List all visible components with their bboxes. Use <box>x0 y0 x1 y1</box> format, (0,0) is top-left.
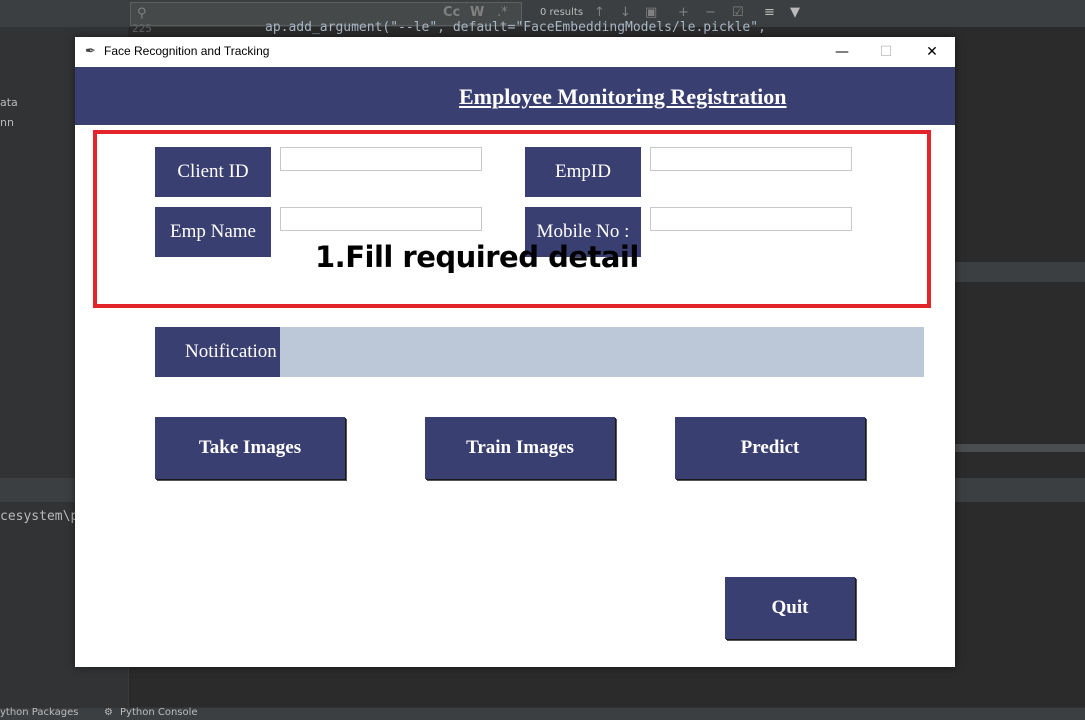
remove-occurrence-icon[interactable]: − <box>705 5 716 20</box>
python-console-icon: ⚙ <box>104 707 113 718</box>
filter-list-icon[interactable]: ≡ <box>764 5 775 20</box>
header-banner: Employee Monitoring Registration <box>75 67 955 125</box>
page-title: Employee Monitoring Registration <box>459 84 787 109</box>
console-path: cesystem\p <box>0 509 79 524</box>
funnel-icon[interactable]: ▼ <box>790 5 800 20</box>
arrow-down-icon[interactable]: ↓ <box>620 5 631 20</box>
match-case-toggle[interactable]: Cc <box>443 5 460 20</box>
whole-words-toggle[interactable]: W <box>470 5 484 20</box>
ide-console-header <box>0 478 75 502</box>
annotation-text: 1.Fill required detail <box>315 240 639 274</box>
close-button[interactable]: ✕ <box>917 41 947 63</box>
maximize-button[interactable]: ☐ <box>871 41 901 63</box>
tab-python-console[interactable]: Python Console <box>120 707 198 718</box>
quit-button[interactable]: Quit <box>725 577 855 639</box>
regex-toggle[interactable]: .* <box>497 5 508 20</box>
train-images-button[interactable]: Train Images <box>425 417 615 479</box>
take-images-button[interactable]: Take Images <box>155 417 345 479</box>
window-title: Face Recognition and Tracking <box>104 44 270 58</box>
highlight-frame <box>93 130 931 308</box>
project-tree-item[interactable]: ata <box>0 96 18 109</box>
code-line: ap.add_argument("--le", default="FaceEmb… <box>265 20 766 35</box>
line-number: 225 <box>132 22 152 35</box>
app-window: ✒ Face Recognition and Tracking — ☐ ✕ Em… <box>75 37 955 667</box>
exclude-icon[interactable]: ☑ <box>732 5 744 20</box>
arrow-up-icon[interactable]: ↑ <box>594 5 605 20</box>
ide-right-pane-header <box>955 478 1085 502</box>
search-results-count: 0 results <box>540 7 584 18</box>
ide-bottom-bar: ython Packages ⚙ Python Console <box>0 707 1085 720</box>
tab-python-packages[interactable]: ython Packages <box>0 707 78 718</box>
ide-right-pane <box>955 262 1085 282</box>
minimize-button[interactable]: — <box>827 41 857 63</box>
project-tree-item[interactable]: nn <box>0 116 14 129</box>
search-icon: ⚲ <box>137 6 147 21</box>
notification-label: Notification <box>155 327 280 377</box>
predict-button[interactable]: Predict <box>675 417 865 479</box>
ide-scrollbar[interactable] <box>955 444 1085 452</box>
feather-icon: ✒ <box>85 44 96 59</box>
window-titlebar[interactable]: ✒ Face Recognition and Tracking — ☐ ✕ <box>75 37 955 67</box>
add-occurrence-icon[interactable]: + <box>678 5 689 20</box>
select-all-icon[interactable]: ▣ <box>645 5 657 20</box>
